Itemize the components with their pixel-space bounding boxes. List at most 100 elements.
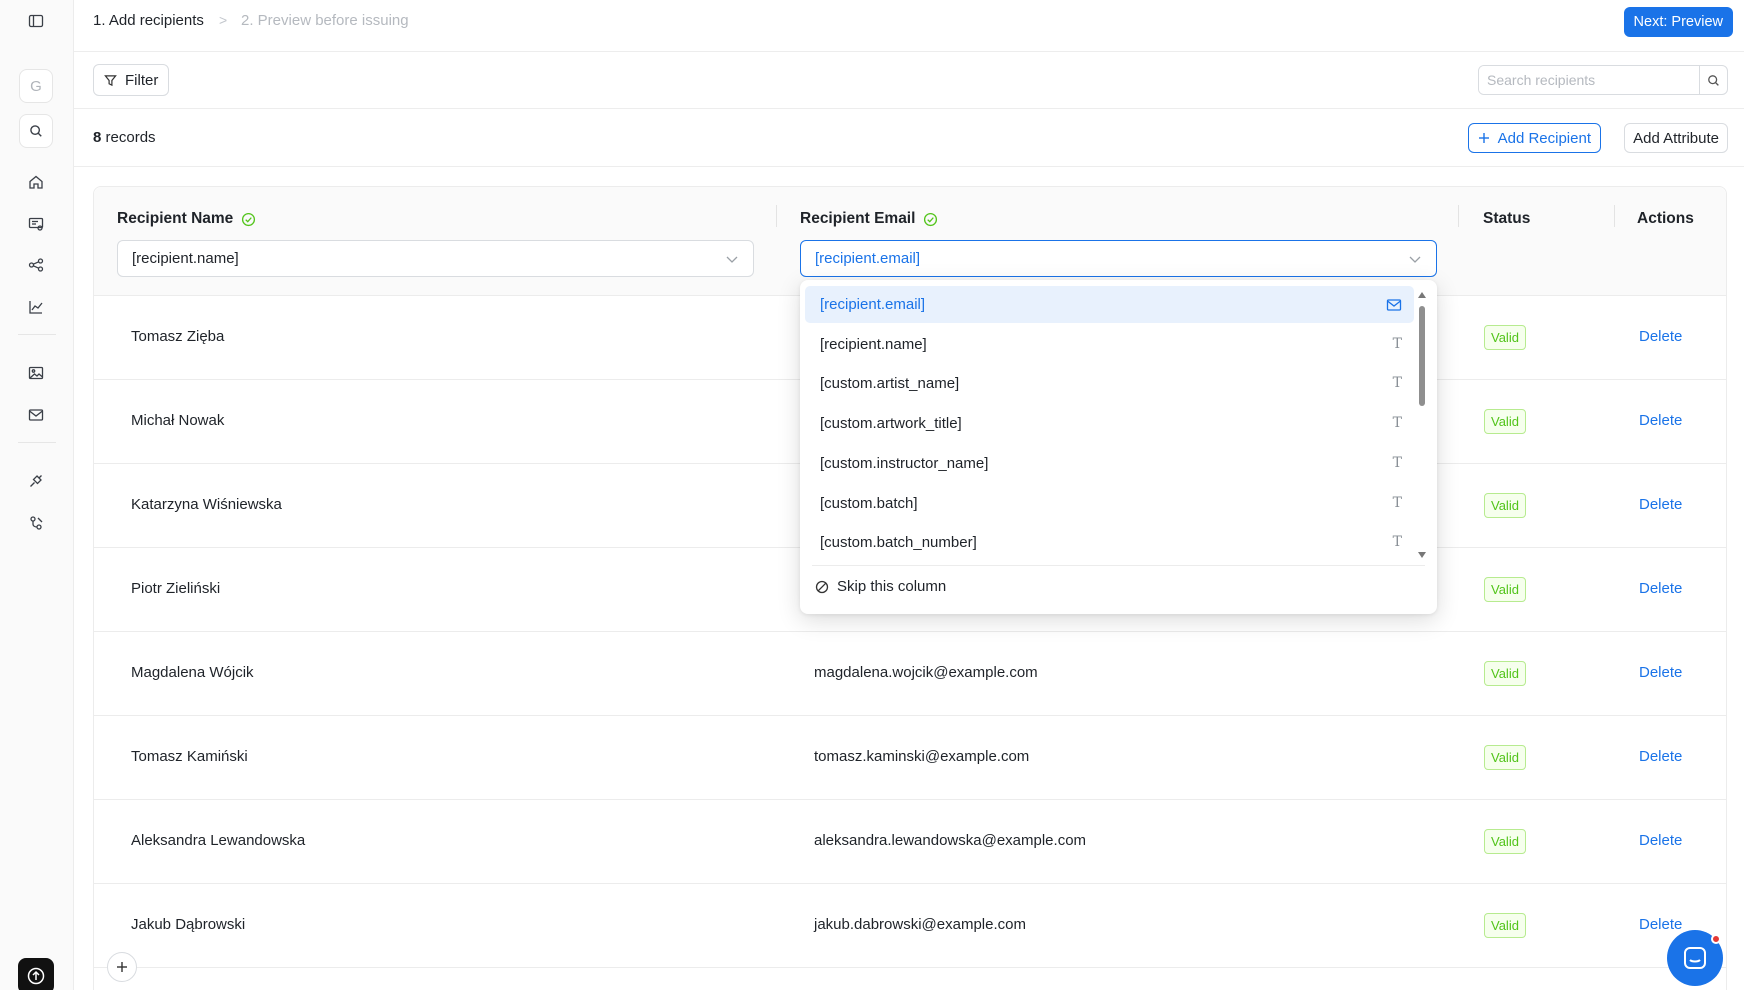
- integration-icon[interactable]: [22, 467, 50, 495]
- mapping-option[interactable]: [custom.artist_name] T: [805, 365, 1414, 402]
- status-badge: Valid: [1484, 745, 1526, 770]
- mail-icon: [1386, 299, 1402, 311]
- table-row: Tomasz Kamiński tomasz.kaminski@example.c…: [94, 716, 1726, 800]
- step-preview[interactable]: 2. Preview before issuing: [241, 12, 409, 29]
- sidebar: G: [0, 0, 74, 990]
- option-label: [custom.instructor_name]: [820, 454, 989, 472]
- mapping-option[interactable]: [custom.batch_number] T: [805, 524, 1414, 561]
- step-add-recipients[interactable]: 1. Add recipients: [93, 12, 204, 29]
- delete-link[interactable]: Delete: [1639, 580, 1682, 597]
- filter-button[interactable]: Filter: [93, 64, 170, 96]
- column-divider: [1614, 205, 1615, 227]
- recipient-name-cell: Aleksandra Lewandowska: [131, 832, 306, 849]
- column-divider: [776, 205, 777, 227]
- scroll-down-arrow[interactable]: [1418, 552, 1426, 558]
- scroll-up-arrow[interactable]: [1418, 292, 1426, 298]
- search-button[interactable]: [1699, 66, 1727, 94]
- status-badge: Valid: [1484, 661, 1526, 686]
- filter-toolbar: Filter: [74, 52, 1744, 109]
- recipient-name-cell: Jakub Dąbrowski: [131, 916, 246, 933]
- notification-dot: [1711, 934, 1721, 944]
- column-status-label: Status: [1483, 210, 1531, 227]
- column-email-label: Recipient Email: [800, 210, 916, 227]
- text-type-icon: T: [1392, 494, 1402, 511]
- delete-link[interactable]: Delete: [1639, 664, 1682, 681]
- mapping-option[interactable]: [custom.artwork_title] T: [805, 405, 1414, 442]
- table-row: Aleksandra Lewandowska aleksandra.lewando…: [94, 800, 1726, 884]
- record-count-number: 8: [93, 129, 102, 146]
- table-row: Magdalena Wójcik magdalena.wojcik@example…: [94, 632, 1726, 716]
- workspace-avatar[interactable]: G: [19, 69, 53, 103]
- option-label: [recipient.email]: [820, 296, 926, 313]
- sidebar-divider: [18, 334, 56, 335]
- check-circle-icon: [242, 212, 256, 226]
- mapping-option[interactable]: [custom.instructor_name] T: [805, 445, 1414, 482]
- add-recipient-label: Add Recipient: [1497, 129, 1591, 147]
- plus-icon: [117, 962, 127, 972]
- analytics-icon[interactable]: [22, 293, 50, 321]
- certificates-icon[interactable]: [22, 210, 50, 238]
- home-icon[interactable]: [22, 168, 50, 196]
- column-recipient-name: Recipient Name: [117, 210, 256, 228]
- filter-icon: [104, 74, 117, 86]
- text-type-icon: T: [1392, 375, 1402, 392]
- recipient-name-cell: Katarzyna Wiśniewska: [131, 496, 282, 513]
- sidebar-divider: [18, 442, 56, 443]
- skip-column-option[interactable]: Skip this column: [815, 578, 946, 595]
- email-mapping-select[interactable]: [recipient.email]: [800, 240, 1437, 277]
- recipient-email-cell: jakub.dabrowski@example.com: [814, 916, 1026, 933]
- status-badge: Valid: [1484, 577, 1526, 602]
- table-row: Jakub Dąbrowski jakub.dabrowski@example.c…: [94, 884, 1726, 968]
- record-count: 8 records: [93, 129, 156, 146]
- recipient-name-cell: Piotr Zieliński: [131, 580, 221, 597]
- option-label: [custom.artist_name]: [820, 375, 960, 393]
- delete-link[interactable]: Delete: [1639, 496, 1682, 513]
- chevron-down-icon: [726, 256, 738, 263]
- add-recipient-button[interactable]: Add Recipient: [1467, 123, 1601, 153]
- column-divider: [1458, 205, 1459, 227]
- delete-link[interactable]: Delete: [1639, 748, 1682, 765]
- text-type-icon: T: [1392, 415, 1402, 432]
- recipient-email-cell: magdalena.wojcik@example.com: [814, 664, 1038, 681]
- mapping-option[interactable]: [custom.batch] T: [805, 485, 1414, 522]
- records-bar: 8 records Add Recipient Add Attribute: [74, 109, 1744, 167]
- text-type-icon: T: [1392, 534, 1402, 551]
- add-row-button[interactable]: [107, 952, 137, 982]
- recipient-email-cell: tomasz.kaminski@example.com: [814, 748, 1030, 765]
- delete-link[interactable]: Delete: [1639, 412, 1682, 429]
- next-preview-button[interactable]: Next: Preview: [1623, 7, 1733, 37]
- top-bar: 1. Add recipients > 2. Preview before is…: [74, 0, 1744, 52]
- recipient-email-cell: aleksandra.lewandowska@example.com: [814, 832, 1087, 849]
- status-badge: Valid: [1484, 829, 1526, 854]
- upload-button[interactable]: [18, 958, 54, 990]
- delete-link[interactable]: Delete: [1639, 832, 1682, 849]
- sidebar-search-button[interactable]: [19, 114, 53, 148]
- mail-icon[interactable]: [22, 401, 50, 429]
- panel-toggle-icon[interactable]: [22, 7, 50, 35]
- block-icon: [815, 580, 829, 593]
- check-circle-icon: [924, 212, 938, 226]
- column-recipient-email: Recipient Email: [800, 210, 938, 228]
- delete-link[interactable]: Delete: [1639, 328, 1682, 345]
- search-input[interactable]: [1479, 66, 1699, 94]
- developer-icon[interactable]: [22, 509, 50, 537]
- image-icon[interactable]: [22, 359, 50, 387]
- delete-link[interactable]: Delete: [1639, 916, 1682, 933]
- dropdown-divider: [812, 565, 1425, 566]
- option-label: [custom.batch]: [820, 494, 918, 512]
- email-mapping-value: [recipient.email]: [815, 250, 921, 267]
- upload-icon: [27, 967, 45, 985]
- option-label: [custom.artwork_title]: [820, 415, 962, 433]
- mapping-option[interactable]: [recipient.email]: [805, 286, 1414, 323]
- name-mapping-select[interactable]: [recipient.name]: [117, 240, 754, 277]
- plus-icon: [1478, 133, 1489, 143]
- recipient-name-cell: Michał Nowak: [131, 412, 225, 429]
- status-badge: Valid: [1484, 913, 1526, 938]
- add-attribute-button[interactable]: Add Attribute: [1624, 123, 1728, 153]
- dropdown-scrollbar[interactable]: [1419, 306, 1425, 406]
- column-name-label: Recipient Name: [117, 210, 234, 227]
- record-count-label: records: [105, 129, 156, 146]
- recipient-name-cell: Tomasz Kamiński: [131, 748, 248, 765]
- mapping-option[interactable]: [recipient.name] T: [805, 326, 1414, 363]
- workflow-icon[interactable]: [22, 251, 50, 279]
